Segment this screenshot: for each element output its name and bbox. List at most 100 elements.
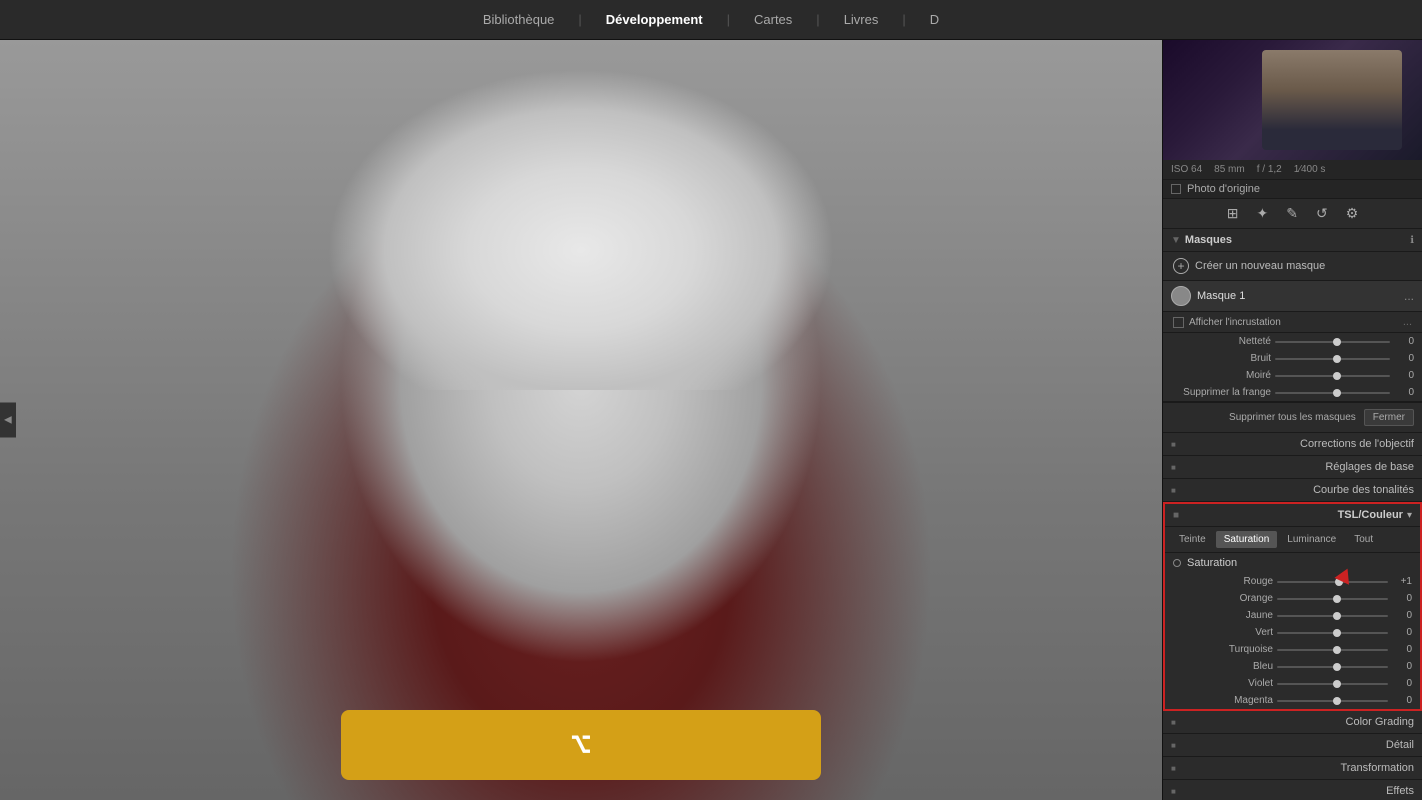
photo-origine-label: Photo d'origine bbox=[1187, 183, 1260, 195]
masques-header[interactable]: ▼ Masques ℹ bbox=[1163, 229, 1422, 252]
afficher-label: Afficher l'incrustation bbox=[1189, 317, 1398, 328]
supprimer-frange-track[interactable] bbox=[1275, 392, 1390, 394]
nav-bibliotheque[interactable]: Bibliothèque bbox=[483, 12, 555, 27]
bruit-value: 0 bbox=[1394, 353, 1414, 364]
violet-value: 0 bbox=[1392, 678, 1412, 689]
turquoise-track[interactable] bbox=[1277, 649, 1388, 651]
rouge-track[interactable] bbox=[1277, 581, 1388, 583]
vert-slider-row: Vert0 bbox=[1165, 624, 1420, 641]
reglages-base-panel[interactable]: ■ Réglages de base bbox=[1163, 456, 1422, 479]
color-sliders: Rouge+1Orange0Jaune0Vert0Turquoise0Bleu0… bbox=[1165, 573, 1420, 709]
orange-value: 0 bbox=[1392, 593, 1412, 604]
refresh-icon[interactable]: ↺ bbox=[1312, 203, 1332, 224]
saturation-title: Saturation bbox=[1187, 557, 1412, 569]
courbe-tonalites-panel[interactable]: ■ Courbe des tonalités bbox=[1163, 479, 1422, 502]
moire-track[interactable] bbox=[1275, 375, 1390, 377]
transformation-toggle-icon: ■ bbox=[1171, 764, 1176, 773]
bruit-label: Bruit bbox=[1171, 353, 1271, 364]
violet-track[interactable] bbox=[1277, 683, 1388, 685]
vert-track[interactable] bbox=[1277, 632, 1388, 634]
orange-thumb[interactable] bbox=[1333, 595, 1341, 603]
mask-options-icon[interactable]: ... bbox=[1404, 289, 1414, 303]
bleu-value: 0 bbox=[1392, 661, 1412, 672]
jaune-value: 0 bbox=[1392, 610, 1412, 621]
tsl-header[interactable]: ■ TSL/Couleur ▾ bbox=[1165, 504, 1420, 527]
courbe-toggle-icon: ■ bbox=[1171, 486, 1176, 495]
bleu-thumb[interactable] bbox=[1333, 663, 1341, 671]
violet-thumb[interactable] bbox=[1333, 680, 1341, 688]
supprimer-frange-thumb[interactable] bbox=[1333, 389, 1341, 397]
afficher-dots-icon[interactable]: ... bbox=[1403, 316, 1412, 328]
magenta-value: 0 bbox=[1392, 695, 1412, 706]
pencil-icon[interactable]: ✎ bbox=[1282, 203, 1302, 224]
mask-thumbnail bbox=[1171, 286, 1191, 306]
magenta-label: Magenta bbox=[1173, 695, 1273, 706]
mask-item-1[interactable]: Masque 1 ... bbox=[1163, 281, 1422, 312]
nav-developpement[interactable]: Développement bbox=[606, 12, 703, 27]
nettete-label: Netteté bbox=[1171, 336, 1271, 347]
fermer-button[interactable]: Fermer bbox=[1364, 409, 1414, 426]
nettete-thumb[interactable] bbox=[1333, 338, 1341, 346]
tab-luminance[interactable]: Luminance bbox=[1279, 531, 1344, 548]
focal-value: 85 mm bbox=[1214, 164, 1245, 175]
settings-icon[interactable]: ⚙ bbox=[1342, 203, 1363, 224]
aperture-value: f / 1,2 bbox=[1257, 164, 1282, 175]
afficher-checkbox[interactable] bbox=[1173, 317, 1184, 328]
grid-icon[interactable]: ⊞ bbox=[1223, 203, 1243, 224]
color-grading-toggle-icon: ■ bbox=[1171, 718, 1176, 727]
tab-teinte[interactable]: Teinte bbox=[1171, 531, 1214, 548]
detail-panel[interactable]: ■ Détail bbox=[1163, 734, 1422, 757]
star-icon[interactable]: ✦ bbox=[1252, 203, 1272, 224]
turquoise-slider-row: Turquoise0 bbox=[1165, 641, 1420, 658]
reglages-toggle-icon: ■ bbox=[1171, 463, 1176, 472]
corrections-label: Corrections de l'objectif bbox=[1180, 438, 1414, 450]
transformation-panel[interactable]: ■ Transformation bbox=[1163, 757, 1422, 780]
left-panel-toggle[interactable]: ◀ bbox=[0, 403, 16, 438]
reglages-label: Réglages de base bbox=[1180, 461, 1414, 473]
orange-label: Orange bbox=[1173, 593, 1273, 604]
afficher-incrustation-row[interactable]: Afficher l'incrustation ... bbox=[1163, 312, 1422, 333]
nettete-row: Netteté 0 bbox=[1163, 333, 1422, 350]
supprimer-frange-value: 0 bbox=[1394, 387, 1414, 398]
magenta-track[interactable] bbox=[1277, 700, 1388, 702]
nav-cartes[interactable]: Cartes bbox=[754, 12, 792, 27]
jaune-thumb[interactable] bbox=[1333, 612, 1341, 620]
exposure-value: 1⁄400 s bbox=[1294, 164, 1326, 175]
tsl-couleur-section: ■ TSL/Couleur ▾ Teinte Saturation Lumina… bbox=[1163, 502, 1422, 711]
tab-tout[interactable]: Tout bbox=[1346, 531, 1381, 548]
masques-section: ▼ Masques ℹ + Créer un nouveau masque Ma… bbox=[1163, 229, 1422, 333]
tab-saturation[interactable]: Saturation bbox=[1216, 531, 1278, 548]
add-mask-label: Créer un nouveau masque bbox=[1195, 260, 1325, 272]
toolbar-icons: ⊞ ✦ ✎ ↺ ⚙ bbox=[1163, 199, 1422, 229]
color-grading-panel[interactable]: ■ Color Grading bbox=[1163, 711, 1422, 734]
photo-origine-checkbox[interactable] bbox=[1171, 184, 1181, 194]
masques-info-icon[interactable]: ℹ bbox=[1410, 235, 1414, 246]
photo-background bbox=[0, 40, 1162, 800]
effets-panel[interactable]: ■ Effets bbox=[1163, 780, 1422, 800]
nav-livres[interactable]: Livres bbox=[844, 12, 879, 27]
nav-more[interactable]: D bbox=[930, 12, 939, 27]
bleu-track[interactable] bbox=[1277, 666, 1388, 668]
keyboard-shortcut-overlay: ⌥ bbox=[341, 710, 821, 780]
bruit-thumb[interactable] bbox=[1333, 355, 1341, 363]
moire-label: Moiré bbox=[1171, 370, 1271, 381]
rouge-thumb[interactable] bbox=[1335, 578, 1343, 586]
turquoise-label: Turquoise bbox=[1173, 644, 1273, 655]
corrections-objectif-panel[interactable]: ■ Corrections de l'objectif bbox=[1163, 433, 1422, 456]
moire-thumb[interactable] bbox=[1333, 372, 1341, 380]
key-symbol: ⌥ bbox=[570, 725, 592, 766]
photo-origine-bar[interactable]: Photo d'origine bbox=[1163, 180, 1422, 199]
jaune-track[interactable] bbox=[1277, 615, 1388, 617]
nettete-track[interactable] bbox=[1275, 341, 1390, 343]
supprimer-masques-button[interactable]: Supprimer tous les masques bbox=[1229, 412, 1356, 423]
bruit-track[interactable] bbox=[1275, 358, 1390, 360]
vert-thumb[interactable] bbox=[1333, 629, 1341, 637]
effets-toggle-icon: ■ bbox=[1171, 787, 1176, 796]
vert-label: Vert bbox=[1173, 627, 1273, 638]
add-mask-button[interactable]: + Créer un nouveau masque bbox=[1163, 252, 1422, 281]
hat-overlay bbox=[281, 40, 881, 390]
orange-slider-row: Orange 0 bbox=[1165, 590, 1420, 607]
orange-track[interactable] bbox=[1277, 598, 1388, 600]
turquoise-thumb[interactable] bbox=[1333, 646, 1341, 654]
magenta-thumb[interactable] bbox=[1333, 697, 1341, 705]
